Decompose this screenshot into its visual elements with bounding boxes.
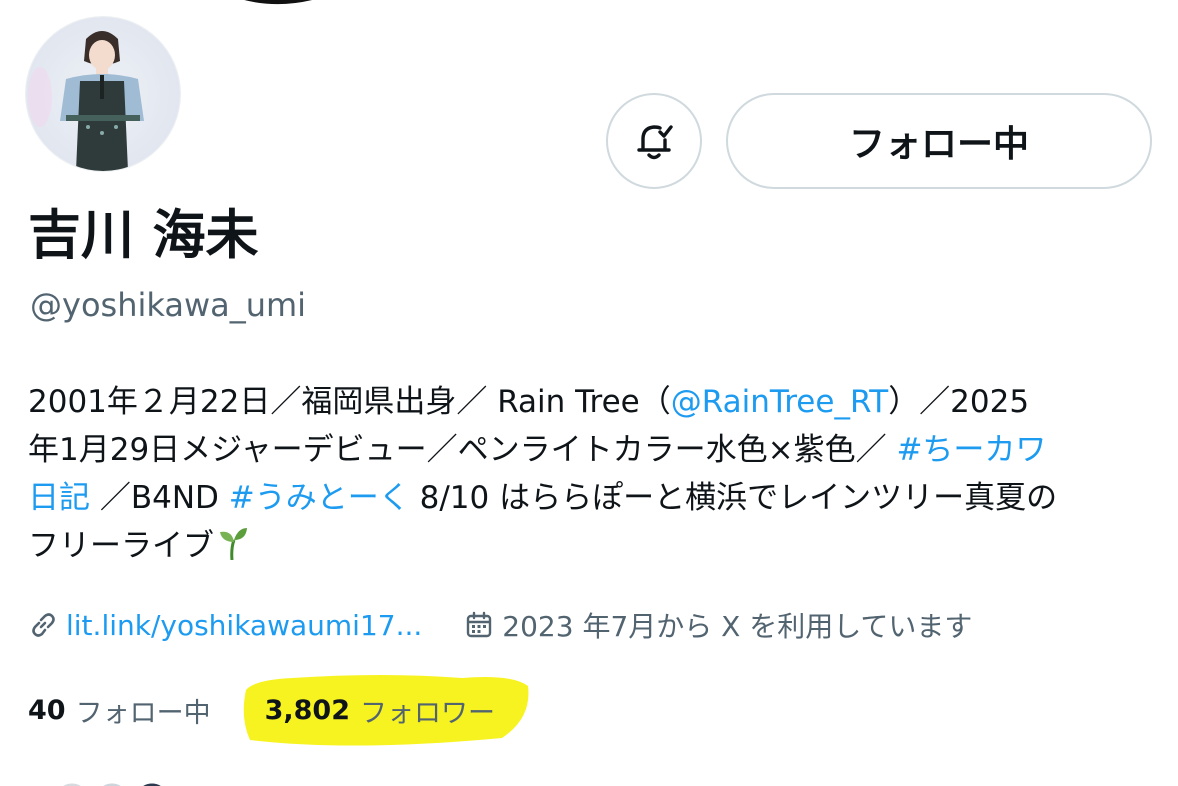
followers-count: 3,802 <box>264 694 350 726</box>
following-count-link[interactable]: 40 フォロー中 <box>28 691 211 730</box>
bio-line: 日記 ／B4ND #うみとーく 8/10 はららぽーと横浜でレインツリー真夏の <box>28 474 1148 522</box>
bio-text: ／B4ND <box>90 480 229 516</box>
followers-count-link[interactable]: 3,802 フォロワー <box>265 691 495 730</box>
followers-label: フォロワー <box>359 697 495 729</box>
mention-link[interactable]: @RainTree_RT <box>671 384 888 420</box>
link-icon <box>32 613 55 637</box>
display-name: 吉川 海未 <box>28 205 259 266</box>
bio-text: 8/10 はららぽーと横浜でレインツリー真夏の <box>409 480 1058 516</box>
seedling-icon <box>220 528 247 561</box>
followed-by-avatars <box>58 780 166 786</box>
bio-text: ）／2025 <box>888 384 1030 420</box>
avatar-photo <box>26 17 180 171</box>
user-handle: @yoshikawa_umi <box>30 286 307 324</box>
website-link-text: lit.link/yoshikawaumi17... <box>66 608 423 642</box>
calendar-icon <box>467 611 492 638</box>
hashtag-link[interactable]: #ちーカワ <box>896 432 1046 468</box>
bio-line: 2001年２月22日／福岡県出身／ Rain Tree（@RainTree_RT… <box>28 378 1148 426</box>
following-button-label: フォロー中 <box>848 124 1029 165</box>
following-button[interactable]: フォロー中 <box>726 93 1152 189</box>
avatar[interactable] <box>26 17 180 171</box>
website-link[interactable]: lit.link/yoshikawaumi17... <box>28 609 422 642</box>
bio-text: 年1月29日メジャーデビュー／ペンライトカラー水色×紫色／ <box>28 432 897 468</box>
profile-bio: 2001年２月22日／福岡県出身／ Rain Tree（@RainTree_RT… <box>28 378 1148 570</box>
banner-logo-fragment <box>244 0 312 5</box>
following-label: フォロー中 <box>75 697 211 729</box>
bell-check-icon <box>637 125 673 160</box>
bio-line: フリーライブ <box>28 522 1148 570</box>
follow-stats: 40 フォロー中 3,802 フォロワー <box>28 686 495 734</box>
following-count: 40 <box>28 694 66 726</box>
notification-bell-button[interactable] <box>606 93 702 189</box>
bio-text: 2001年２月22日／福岡県出身／ Rain Tree（ <box>28 384 671 420</box>
joined-date-text: 2023 年7月から X を利用しています <box>502 610 973 643</box>
bio-text: フリーライブ <box>28 528 214 564</box>
bio-line: 年1月29日メジャーデビュー／ペンライトカラー水色×紫色／ #ちーカワ <box>28 426 1148 474</box>
hashtag-link[interactable]: #うみとーく <box>229 480 410 516</box>
profile-meta: lit.link/yoshikawaumi17... 2023 年7月から X … <box>28 602 972 648</box>
joined-date: 2023 年7月から X を利用しています <box>464 605 972 645</box>
hashtag-link[interactable]: 日記 <box>28 480 90 516</box>
profile-page: フォロー中 吉川 海未 @yoshikawa_umi 2001年２月22日／福岡… <box>0 0 1178 786</box>
